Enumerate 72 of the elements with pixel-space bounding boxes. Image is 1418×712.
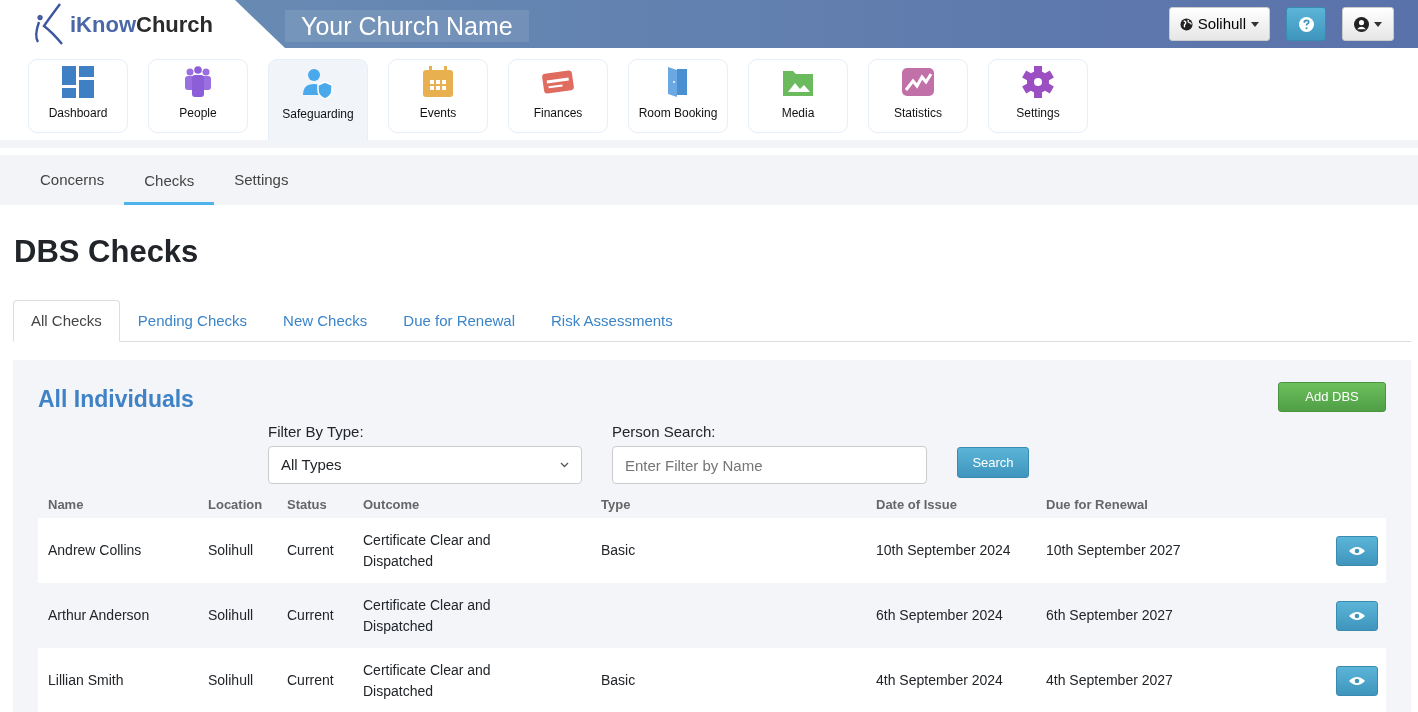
type-select[interactable]: All Types [268,446,582,484]
field-label: Person Search: [612,421,717,442]
view-button[interactable] [1336,600,1378,631]
view-button[interactable] [1336,535,1378,566]
module-tile[interactable]: People [148,59,248,133]
caret-icon [1251,21,1259,27]
help-icon [1298,16,1314,32]
module-tile[interactable]: Statistics [868,59,968,133]
globe-icon [1179,17,1193,31]
module-tile[interactable]: Dashboard [28,59,128,133]
view-button[interactable] [1336,665,1378,696]
module-tile[interactable]: Events [388,59,488,133]
tab[interactable]: Due for Renewal [385,299,534,342]
table-cell: Current [287,607,334,623]
table-cell: 4th September 2027 [1046,672,1173,688]
table-cell: Solihull [208,672,254,688]
table-cell: 6th September 2024 [876,607,1003,623]
tab[interactable]: Pending Checks [119,299,266,342]
subnav-tab[interactable]: Settings [214,155,309,205]
user-icon [1354,16,1369,32]
tab[interactable]: New Checks [265,299,386,342]
panel-title: All Individuals [38,385,194,414]
table-cell: 10th September 2024 [876,542,1011,558]
user-shield-icon [302,67,334,99]
column-header: Date of Issue [876,496,958,515]
column-header: Outcome [363,496,421,515]
table-cell: Solihull [208,607,254,623]
gear-icon [1022,66,1054,98]
module-tile[interactable]: Room Booking [628,59,728,133]
table-cell: 6th September 2027 [1046,607,1173,623]
help-button[interactable] [1286,7,1326,41]
table-cell: Andrew Collins [48,542,142,558]
column-header: Location [208,496,264,515]
column-header: Type [601,496,632,515]
table-cell: 4th September 2024 [876,672,1003,688]
table-cell: Certificate Clear and Dispatched [363,661,491,699]
church-name: Your Church Name [285,10,529,42]
page-title: DBS Checks [14,233,200,271]
eye-icon [1349,545,1365,556]
table-cell: Certificate Clear and Dispatched [363,531,491,569]
table-cell: Basic [601,542,636,558]
table-cell: Basic [601,672,636,688]
table-cell: Certificate Clear and Dispatched [363,596,491,634]
module-tile[interactable]: Safeguarding [268,59,368,140]
dashboard-icon [62,66,94,98]
column-header: Name [47,496,85,515]
column-header: Status [287,496,328,515]
table-cell: Arthur Anderson [48,607,150,623]
table-cell: Current [287,542,334,558]
field-label: Filter By Type: [268,421,365,442]
tab[interactable]: Risk Assessments [533,299,691,342]
table-cell: Solihull [208,542,254,558]
subnav-tab[interactable]: Checks [124,155,215,205]
table-cell: Current [287,672,334,688]
tab[interactable]: All Checks [13,299,120,342]
table-cell: Lillian Smith [48,672,124,688]
module-tile[interactable]: Finances [508,59,608,133]
location-dropdown[interactable]: Solihull [1168,7,1270,41]
search-field[interactable]: Enter Filter by Name [612,446,927,484]
table-cell: 10th September 2027 [1046,542,1181,558]
eye-icon [1349,675,1365,686]
module-tile[interactable]: Settings [988,59,1088,133]
column-header: Due for Renewal [1046,496,1149,515]
module-tile[interactable]: Media [748,59,848,133]
eye-icon [1349,610,1365,621]
subnav-tab[interactable]: Concerns [20,155,125,205]
people-icon [182,66,214,98]
caret-icon [1374,21,1382,27]
user-menu-button[interactable] [1342,7,1394,41]
chevron-icon [560,462,569,468]
chart-icon [902,66,934,98]
calendar-icon [422,66,454,98]
